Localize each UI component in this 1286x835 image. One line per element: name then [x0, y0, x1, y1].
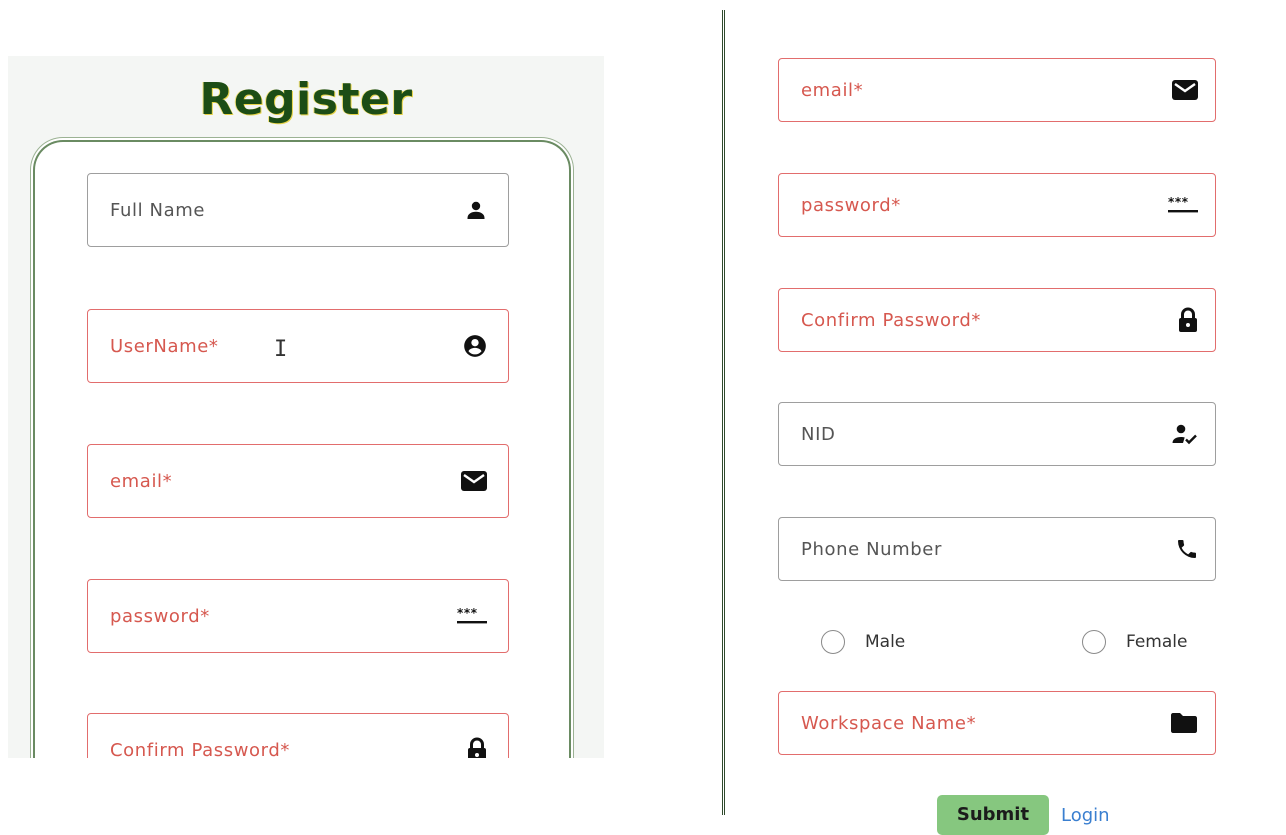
- phone-number-input[interactable]: Phone Number: [778, 517, 1216, 581]
- nid-input[interactable]: NID: [778, 402, 1216, 466]
- folder-icon: [1169, 711, 1199, 735]
- male-radio[interactable]: [821, 630, 845, 654]
- text-cursor: I: [274, 337, 288, 362]
- confirm-password-input[interactable]: Confirm Password*: [778, 288, 1216, 352]
- email-input[interactable]: email*: [778, 58, 1216, 122]
- register-panel-left: Register Full Name UserName* email* pass…: [8, 56, 604, 758]
- svg-text:***: ***: [457, 606, 478, 620]
- password-input[interactable]: password* ***: [778, 173, 1216, 237]
- person-icon: [464, 198, 488, 222]
- female-label: Female: [1126, 632, 1188, 652]
- email-label: email*: [801, 79, 864, 101]
- lock-icon: [466, 737, 488, 758]
- gender-male-option[interactable]: Male: [821, 630, 905, 654]
- nid-label: NID: [801, 423, 836, 445]
- password-label: password*: [801, 194, 901, 216]
- person-check-icon: [1171, 422, 1199, 446]
- phone-icon: [1175, 537, 1199, 561]
- svg-text:***: ***: [1168, 195, 1189, 209]
- page-title: Register: [199, 74, 413, 125]
- password-dots-icon: ***: [456, 606, 488, 626]
- register-panel-right: email* password* *** Confirm Password* N…: [722, 10, 1277, 835]
- submit-button[interactable]: Submit: [937, 795, 1049, 835]
- email-label: email*: [110, 470, 173, 492]
- mail-icon: [460, 470, 488, 492]
- phone-number-label: Phone Number: [801, 538, 942, 560]
- male-label: Male: [865, 632, 906, 652]
- gender-female-option[interactable]: Female: [1082, 630, 1187, 654]
- login-link[interactable]: Login: [1061, 805, 1110, 826]
- full-name-label: Full Name: [110, 199, 206, 221]
- account-circle-icon: [462, 333, 488, 359]
- confirm-password-label: Confirm Password*: [801, 309, 981, 331]
- mail-icon: [1171, 79, 1199, 101]
- email-input[interactable]: email*: [87, 444, 509, 518]
- workspace-name-label: Workspace Name*: [801, 712, 977, 734]
- workspace-name-input[interactable]: Workspace Name*: [778, 691, 1216, 755]
- confirm-password-input[interactable]: Confirm Password*: [87, 713, 509, 758]
- confirm-password-label: Confirm Password*: [110, 739, 290, 759]
- password-label: password*: [110, 605, 210, 627]
- female-radio[interactable]: [1082, 630, 1106, 654]
- username-input[interactable]: UserName*: [87, 309, 509, 383]
- username-label: UserName*: [110, 335, 219, 357]
- password-input[interactable]: password* ***: [87, 579, 509, 653]
- password-dots-icon: ***: [1167, 195, 1199, 215]
- full-name-input[interactable]: Full Name: [87, 173, 509, 247]
- lock-icon: [1177, 307, 1199, 333]
